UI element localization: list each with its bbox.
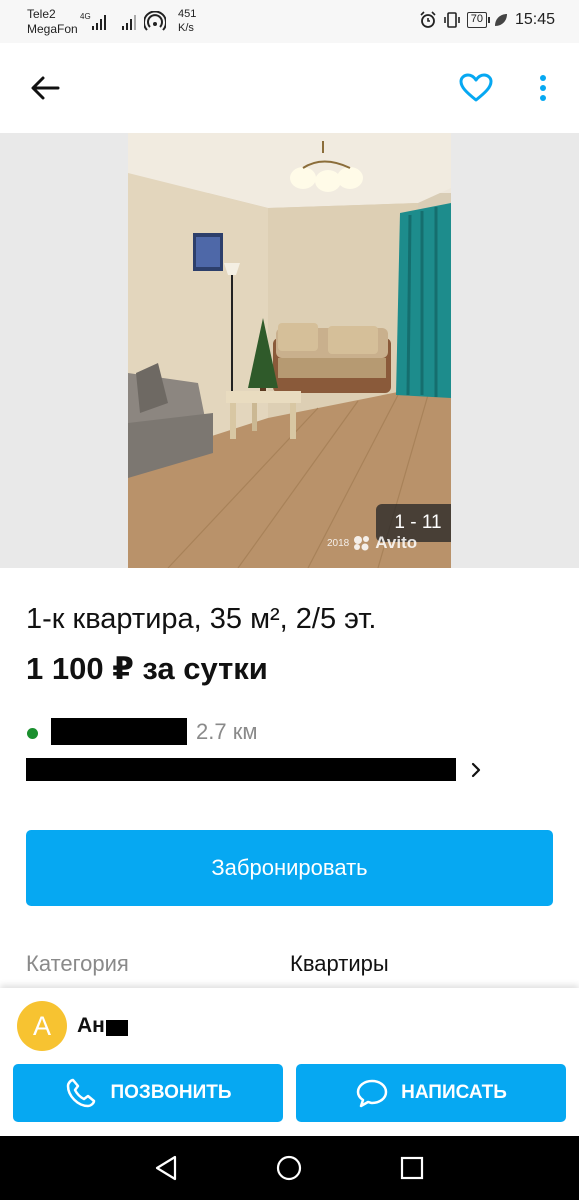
system-nav-bar	[0, 1136, 579, 1200]
listing-title: 1-к квартира, 35 м², 2/5 эт.	[26, 603, 377, 635]
heart-outline-icon	[459, 73, 493, 102]
address-chevron-button[interactable]	[466, 760, 486, 780]
speed-unit: K/s	[178, 22, 194, 34]
address-redacted[interactable]	[26, 758, 456, 781]
speed-value: 451	[178, 8, 197, 20]
vibrate-icon	[443, 12, 460, 28]
avito-watermark: 2018 Avito	[327, 533, 417, 553]
favorite-button[interactable]	[456, 68, 496, 108]
signal-4g-icon: 4G	[80, 12, 106, 30]
listing-photo[interactable]: 1 - 11	[128, 133, 451, 568]
metro-station-dot	[27, 728, 38, 739]
phone-icon	[67, 1078, 96, 1108]
battery-indicator: 70	[466, 12, 491, 28]
metro-station-redacted	[51, 718, 187, 745]
photo-gallery[interactable]: 1 - 11 2018 Avito	[0, 133, 579, 568]
param-category-value: Квартиры	[290, 951, 389, 976]
contact-sheet: А Ан ПОЗВОНИТЬ НАПИСАТЬ	[0, 988, 579, 1136]
alarm-icon	[420, 11, 436, 28]
back-button[interactable]	[26, 69, 64, 107]
square-recents-icon	[400, 1156, 424, 1180]
message-label: НАПИСАТЬ	[401, 1082, 507, 1103]
nav-recents-button[interactable]	[396, 1152, 428, 1184]
status-right: 70 15:45	[419, 11, 555, 29]
chevron-right-icon	[471, 762, 481, 778]
triangle-back-icon	[155, 1155, 177, 1181]
room-photo	[128, 133, 451, 568]
app-screen: Tele2 MegaFon 4G 451 K/s 70 15:45 1 - 11…	[0, 0, 579, 1200]
leaf-icon	[494, 14, 507, 26]
arrow-left-icon	[31, 76, 60, 100]
avatar[interactable]: А	[17, 1001, 67, 1051]
more-options-button[interactable]	[528, 68, 558, 108]
carrier-names: Tele2 MegaFon	[27, 7, 78, 37]
seller-name-redacted	[106, 1020, 128, 1036]
message-button[interactable]: НАПИСАТЬ	[296, 1064, 566, 1122]
metro-distance: 2.7 км	[196, 719, 258, 744]
watermark-brand: Avito	[375, 533, 418, 552]
listing-price: 1 100 ₽ за сутки	[26, 651, 268, 686]
status-bar: Tele2 MegaFon 4G 451 K/s 70 15:45	[0, 0, 579, 43]
watermark-year: 2018	[327, 537, 350, 549]
svg-text:4G: 4G	[80, 12, 91, 21]
call-button[interactable]: ПОЗВОНИТЬ	[13, 1064, 283, 1122]
hotspot-icon	[144, 11, 166, 31]
param-category-label: Категория	[26, 951, 129, 976]
vertical-dots-icon	[540, 75, 546, 101]
nav-home-button[interactable]	[273, 1152, 305, 1184]
nav-back-button[interactable]	[150, 1152, 182, 1184]
seller-name[interactable]: Ан	[77, 1014, 105, 1038]
app-bar	[0, 43, 579, 133]
chat-bubble-icon	[356, 1079, 388, 1108]
carrier-2: MegaFon	[27, 22, 78, 36]
clock: 15:45	[514, 11, 555, 28]
network-speed: 451 K/s	[178, 7, 196, 35]
book-button[interactable]: Забронировать	[26, 830, 553, 906]
signal-icon	[122, 15, 136, 30]
call-label: ПОЗВОНИТЬ	[110, 1082, 232, 1103]
avito-logo-icon	[354, 536, 370, 551]
carrier-1: Tele2	[27, 7, 56, 21]
circle-home-icon	[276, 1155, 302, 1181]
